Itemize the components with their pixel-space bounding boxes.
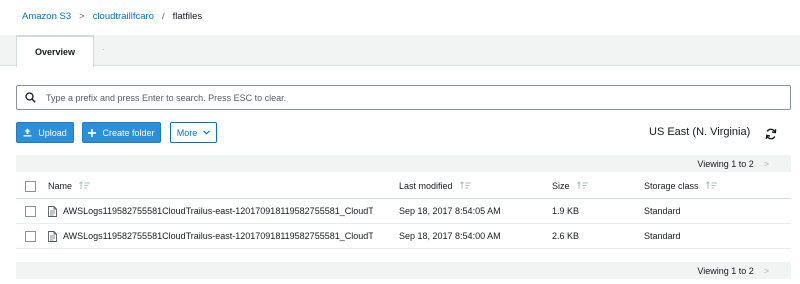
- size-cell: 2.6 KB: [552, 231, 580, 241]
- upload-button-label: Upload: [38, 127, 67, 138]
- size-cell: 1.9 KB: [552, 206, 580, 216]
- breadcrumb-current-folder: flatfiles: [172, 10, 203, 22]
- column-header-name-label: Name: [48, 180, 73, 191]
- sort-icon[interactable]: [459, 181, 472, 190]
- file-name-cell: AWSLogs119582755581CloudTrailus-east-120…: [48, 199, 373, 223]
- sort-icon[interactable]: [576, 181, 589, 190]
- tab-bar: [0, 35, 800, 66]
- table-header: Name Last modified Size Storage class: [16, 173, 791, 199]
- refresh-icon[interactable]: [764, 127, 778, 141]
- pagination-label: Viewing 1 to 2: [697, 158, 754, 169]
- storage-class-cell: Standard: [644, 206, 681, 216]
- tab-overview[interactable]: Overview: [16, 35, 94, 67]
- last-modified-cell: Sep 18, 2017 8:54:00 AM: [399, 231, 501, 241]
- search-input[interactable]: [46, 92, 746, 103]
- breadcrumb-separator: /: [161, 10, 165, 22]
- row-checkbox[interactable]: [25, 206, 36, 217]
- tab-bar-dot: .: [102, 42, 105, 52]
- search-icon: [25, 92, 36, 103]
- pagination-bottom: Viewing 1 to 2 >: [16, 262, 791, 279]
- table-row[interactable]: AWSLogs119582755581CloudTrailus-east-120…: [16, 199, 791, 224]
- breadcrumb: Amazon S3 > cloudtraillfcaro / flatfiles: [22, 9, 202, 23]
- pagination-top: Viewing 1 to 2 >: [16, 155, 791, 172]
- column-header-storage-class-label: Storage class: [644, 180, 699, 191]
- chevron-down-icon: [203, 130, 211, 135]
- column-header-size-label: Size: [552, 180, 570, 191]
- file-name-link[interactable]: AWSLogs119582755581CloudTrailus-east-120…: [63, 231, 373, 241]
- more-button-label: More: [176, 127, 198, 138]
- select-all-checkbox[interactable]: [25, 181, 36, 192]
- pagination-next[interactable]: >: [764, 266, 769, 276]
- file-name-link[interactable]: AWSLogs119582755581CloudTrailus-east-120…: [63, 206, 373, 216]
- upload-button[interactable]: Upload: [16, 122, 74, 143]
- row-checkbox[interactable]: [25, 231, 36, 242]
- column-header-last-modified-label: Last modified: [399, 180, 453, 191]
- plus-icon: [88, 128, 97, 137]
- upload-icon: [23, 128, 32, 137]
- column-header-last-modified[interactable]: Last modified: [399, 173, 472, 198]
- create-folder-button-label: Create folder: [102, 127, 155, 138]
- column-header-name[interactable]: Name: [48, 173, 91, 198]
- region-label: US East (N. Virginia): [649, 126, 751, 138]
- file-icon: [48, 230, 57, 242]
- breadcrumb-bucket[interactable]: cloudtraillfcaro: [93, 11, 154, 22]
- search-bar: [16, 85, 791, 110]
- file-icon: [48, 205, 57, 217]
- table-row[interactable]: AWSLogs119582755581CloudTrailus-east-120…: [16, 224, 791, 249]
- breadcrumb-separator: >: [79, 10, 85, 22]
- sort-icon[interactable]: [79, 181, 91, 190]
- column-header-storage-class[interactable]: Storage class: [644, 173, 718, 198]
- breadcrumb-amazon-s3[interactable]: Amazon S3: [22, 11, 71, 22]
- last-modified-cell: Sep 18, 2017 8:54:05 AM: [399, 206, 501, 216]
- create-folder-button[interactable]: Create folder: [82, 122, 161, 143]
- more-button[interactable]: More: [170, 122, 217, 143]
- storage-class-cell: Standard: [644, 231, 681, 241]
- sort-icon[interactable]: [705, 181, 718, 190]
- file-name-cell: AWSLogs119582755581CloudTrailus-east-120…: [48, 224, 373, 248]
- column-header-size[interactable]: Size: [552, 173, 589, 198]
- pagination-next[interactable]: >: [764, 159, 769, 169]
- pagination-label: Viewing 1 to 2: [697, 265, 754, 276]
